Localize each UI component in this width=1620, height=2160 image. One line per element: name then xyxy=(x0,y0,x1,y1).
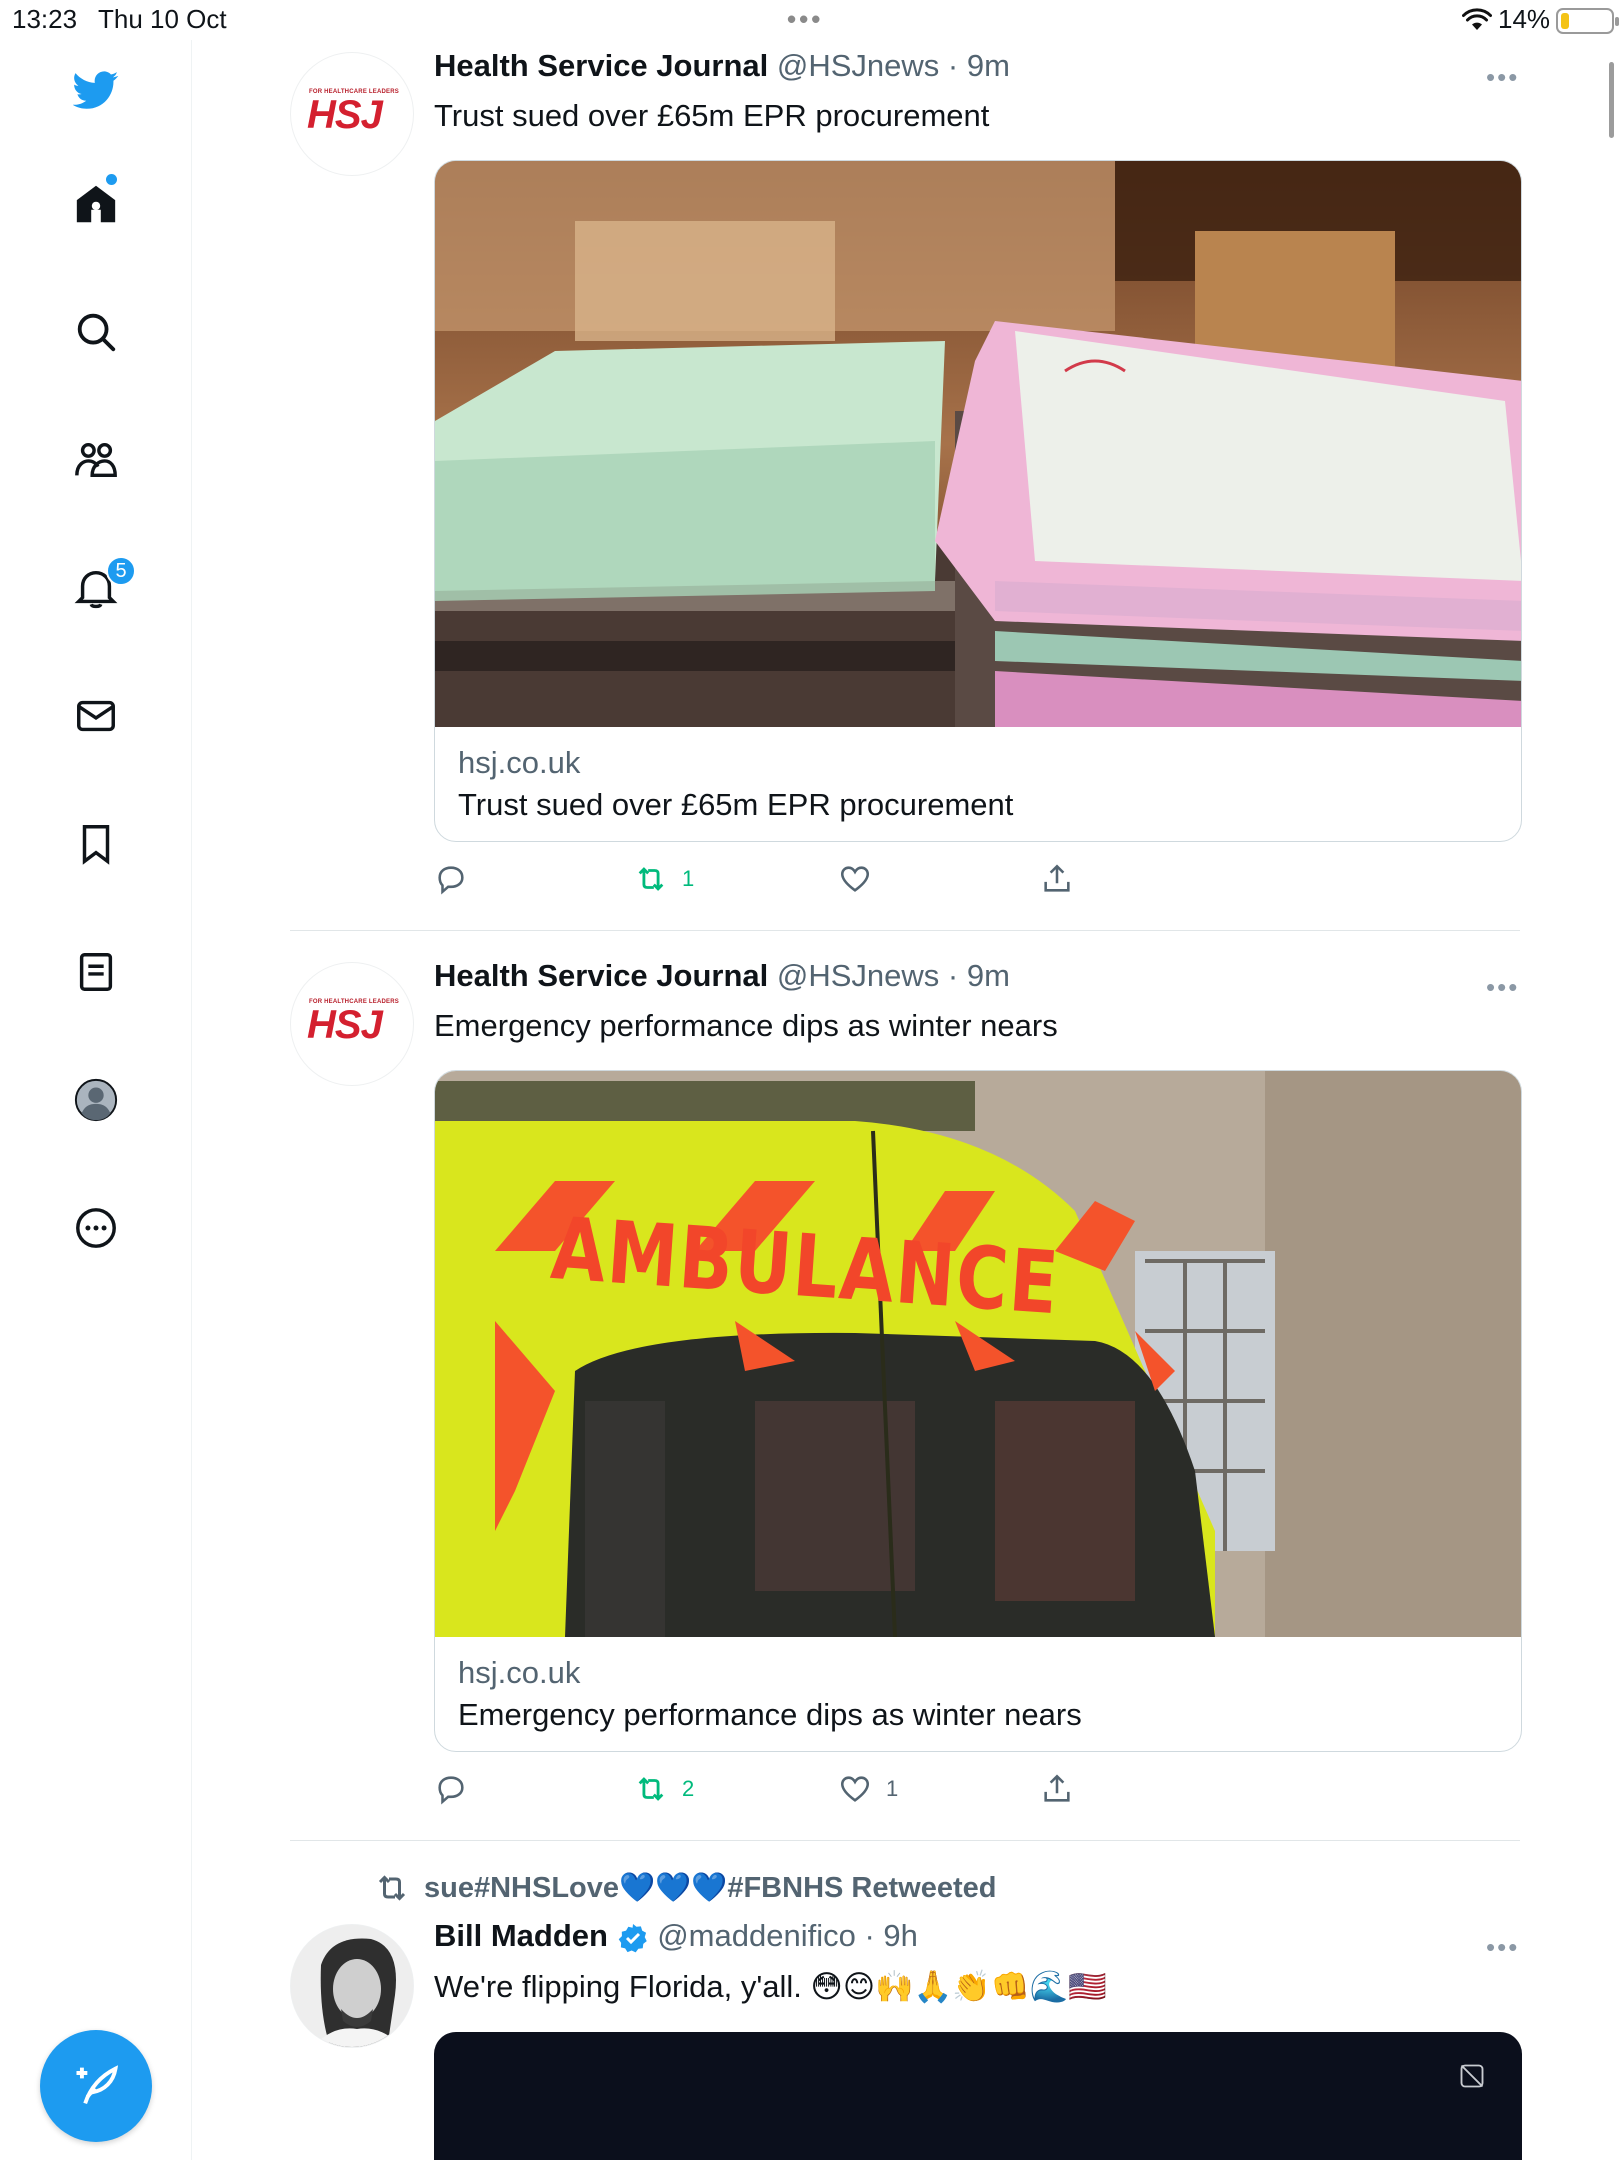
link-card[interactable]: AMBULANCE hsj.co.uk Emergency performanc… xyxy=(434,1070,1522,1752)
retweeted-by-label[interactable]: sue#NHSLove💙💙💙#FBNHS Retweeted xyxy=(374,1870,996,1906)
author-handle[interactable]: @HSJnews xyxy=(777,958,939,993)
home-icon[interactable] xyxy=(70,178,122,230)
heart-icon xyxy=(840,1776,870,1802)
author-name[interactable]: Health Service Journal xyxy=(434,48,768,83)
compose-quill-icon xyxy=(76,2065,119,2104)
reply-button[interactable] xyxy=(434,1772,482,1806)
retweet-count: 2 xyxy=(682,1776,695,1801)
card-domain: hsj.co.uk xyxy=(458,1655,581,1690)
wifi-icon xyxy=(1462,8,1492,30)
verified-badge-icon xyxy=(618,1923,647,1953)
compose-tweet-button[interactable] xyxy=(40,2030,152,2142)
tweet-time[interactable]: · 9h xyxy=(864,1918,917,1953)
tweet-header: Health Service Journal @HSJnews · 9m xyxy=(434,48,1010,84)
link-card[interactable]: hsj.co.uk Trust sued over £65m EPR procu… xyxy=(434,160,1522,842)
tweet-text: We're flipping Florida, y'all. 😳😊🙌🙏👏👊🌊🇺🇸 xyxy=(434,1969,1107,2004)
home-unread-dot xyxy=(106,174,117,185)
tweet-header: Bill Madden @maddenifico · 9h xyxy=(434,1918,918,1954)
twitter-logo-icon[interactable] xyxy=(70,64,122,116)
like-button[interactable] xyxy=(838,862,886,896)
profile-icon[interactable] xyxy=(70,1074,122,1126)
battery-percent: 14% xyxy=(1498,4,1551,34)
share-button[interactable] xyxy=(1040,1772,1088,1806)
author-handle[interactable]: @HSJnews xyxy=(777,48,939,83)
tweet-actions: 2 1 xyxy=(434,1772,1522,1812)
share-button[interactable] xyxy=(1040,862,1088,896)
like-count: 1 xyxy=(886,1776,899,1801)
hsj-logo: FOR HEALTHCARE LEADERS HSJ xyxy=(307,89,399,137)
scrollbar[interactable] xyxy=(1609,62,1614,138)
multitasking-dots-icon[interactable]: ••• xyxy=(787,4,823,35)
tweet-actions: 1 xyxy=(434,862,1522,902)
tweet[interactable]: FOR HEALTHCARE LEADERS HSJ Health Servic… xyxy=(290,48,1522,928)
retweet-button[interactable]: 1 xyxy=(634,862,694,896)
tweet-text: Emergency performance dips as winter nea… xyxy=(434,1008,1058,1043)
retweet-count: 1 xyxy=(682,866,695,891)
tweet-header: Health Service Journal @HSJnews · 9m xyxy=(434,958,1010,994)
card-domain: hsj.co.uk xyxy=(458,745,581,780)
retweet-icon xyxy=(378,1875,406,1901)
author-handle[interactable]: @maddenifico xyxy=(657,1918,856,1953)
content-warning-icon[interactable] xyxy=(1458,2062,1486,2090)
communities-icon[interactable] xyxy=(70,434,122,486)
tweet-time[interactable]: · 9m xyxy=(948,958,1010,993)
author-name[interactable]: Health Service Journal xyxy=(434,958,768,993)
more-options-icon[interactable]: ••• xyxy=(1486,972,1519,1003)
retweeter-name-prefix: sue#NHSLove xyxy=(424,1872,620,1904)
retweet-button[interactable]: 2 xyxy=(634,1772,694,1806)
share-icon xyxy=(1044,864,1070,892)
tweet-text: Trust sued over £65m EPR procurement xyxy=(434,98,990,133)
bookmarks-icon[interactable] xyxy=(70,818,122,870)
avatar[interactable]: FOR HEALTHCARE LEADERS HSJ xyxy=(290,962,414,1086)
retweet-icon xyxy=(638,1777,664,1801)
author-name[interactable]: Bill Madden xyxy=(434,1918,608,1953)
retweeter-name-suffix: #FBNHS Retweeted xyxy=(727,1872,997,1904)
notification-count-badge: 5 xyxy=(106,556,136,586)
card-title: Emergency performance dips as winter nea… xyxy=(458,1697,1082,1732)
card-image-documents xyxy=(435,161,1521,727)
hsj-logo: FOR HEALTHCARE LEADERS HSJ xyxy=(307,999,399,1047)
reply-icon xyxy=(438,866,464,895)
sidebar: 5 xyxy=(0,40,192,2160)
more-icon[interactable] xyxy=(70,1202,122,1254)
reply-button[interactable] xyxy=(434,862,482,896)
lists-icon[interactable] xyxy=(70,946,122,998)
tweet[interactable]: sue#NHSLove💙💙💙#FBNHS Retweeted Bill Madd… xyxy=(290,1866,1522,2160)
media-video[interactable] xyxy=(434,2032,1522,2160)
status-time: 13:23 xyxy=(12,4,78,34)
status-bar: 13:23 Thu 10 Oct ••• 14% xyxy=(0,0,1620,40)
avatar[interactable] xyxy=(290,1924,414,2048)
card-title: Trust sued over £65m EPR procurement xyxy=(458,787,1014,822)
messages-icon[interactable] xyxy=(70,690,122,742)
like-button[interactable]: 1 xyxy=(838,1772,898,1806)
blue-hearts-emoji: 💙💙💙 xyxy=(619,1872,728,1904)
battery-icon xyxy=(1556,8,1619,34)
status-date: Thu 10 Oct xyxy=(98,4,227,34)
more-options-icon[interactable]: ••• xyxy=(1486,1932,1519,1963)
more-options-icon[interactable]: ••• xyxy=(1486,62,1519,93)
tweet-divider xyxy=(290,1840,1520,1841)
tweet-time[interactable]: · 9m xyxy=(948,48,1010,83)
avatar[interactable]: FOR HEALTHCARE LEADERS HSJ xyxy=(290,52,414,176)
share-icon xyxy=(1044,1774,1070,1802)
heart-icon xyxy=(840,866,870,892)
tweet[interactable]: FOR HEALTHCARE LEADERS HSJ Health Servic… xyxy=(290,958,1522,1838)
search-icon[interactable] xyxy=(70,306,122,358)
tweet-divider xyxy=(290,930,1520,931)
reply-icon xyxy=(438,1776,464,1805)
retweet-icon xyxy=(638,867,664,891)
card-image-ambulance: AMBULANCE xyxy=(435,1071,1521,1637)
